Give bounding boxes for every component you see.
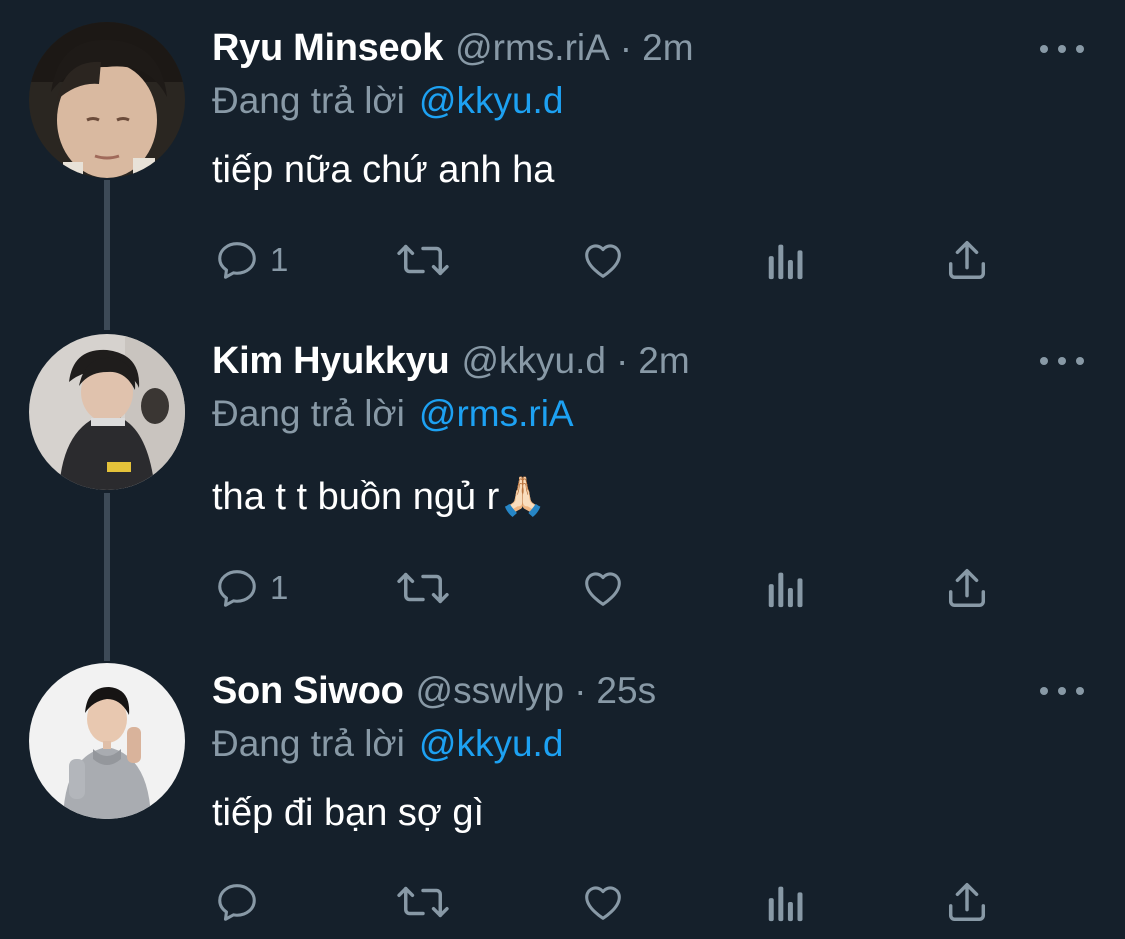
separator-dot: ·: [619, 27, 633, 68]
user-handle[interactable]: @kkyu.d: [461, 340, 606, 382]
timestamp[interactable]: 25s: [596, 670, 656, 712]
action-bar: [0, 876, 1125, 928]
timestamp[interactable]: 2m: [642, 27, 693, 69]
user-handle[interactable]: @sswlyp: [416, 670, 565, 712]
replying-to: Đang trả lời @rms.riA: [212, 389, 574, 439]
retweet-icon: [397, 572, 449, 604]
action-bar: 1: [0, 562, 1125, 614]
reply-count: 1: [270, 569, 289, 606]
share-icon: [948, 883, 986, 921]
analytics-icon: [768, 886, 803, 922]
avatar[interactable]: [29, 334, 185, 490]
analytics-button[interactable]: [766, 562, 806, 614]
tweet[interactable]: Ryu Minseok @rms.riA · 2m Đang trả lời @…: [0, 0, 1125, 320]
analytics-icon: [768, 572, 803, 608]
like-button[interactable]: [580, 562, 626, 614]
share-button[interactable]: [944, 234, 990, 286]
replying-to: Đang trả lời @kkyu.d: [212, 76, 563, 126]
reply-icon: [218, 884, 256, 921]
reply-count: 1: [270, 241, 289, 278]
replying-to: Đang trả lời @kkyu.d: [212, 719, 563, 769]
avatar-photo: [29, 663, 185, 819]
separator-dot: ·: [615, 340, 629, 381]
retweet-button[interactable]: [396, 562, 450, 614]
replying-to-label: Đang trả lời: [212, 393, 405, 434]
more-icon[interactable]: [1040, 351, 1084, 371]
avatar-photo: [29, 334, 185, 490]
like-button[interactable]: [580, 876, 626, 928]
retweet-button[interactable]: [396, 234, 450, 286]
heart-icon: [585, 886, 621, 920]
analytics-button[interactable]: [766, 234, 806, 286]
action-bar: 1: [0, 234, 1125, 286]
reply-button[interactable]: [214, 876, 270, 928]
retweet-icon: [397, 886, 449, 918]
share-icon: [948, 241, 986, 279]
more-icon[interactable]: [1040, 681, 1084, 701]
share-button[interactable]: [944, 562, 990, 614]
tweet[interactable]: Kim Hyukkyu @kkyu.d · 2m Đang trả lời @r…: [0, 330, 1125, 650]
more-icon[interactable]: [1040, 39, 1084, 59]
mention-link[interactable]: @kkyu.d: [419, 80, 564, 122]
tweet-text: tiếp nữa chứ anh ha: [212, 148, 555, 191]
tweet-text: tiếp đi bạn sợ gì: [212, 791, 485, 834]
retweet-icon: [397, 244, 449, 276]
display-name[interactable]: Ryu Minseok: [212, 27, 443, 70]
user-handle[interactable]: @rms.riA: [455, 27, 610, 69]
like-button[interactable]: [580, 234, 626, 286]
mention-link[interactable]: @kkyu.d: [419, 723, 564, 765]
display-name[interactable]: Son Siwoo: [212, 670, 404, 713]
mention-link[interactable]: @rms.riA: [419, 393, 574, 435]
share-button[interactable]: [944, 876, 990, 928]
display-name[interactable]: Kim Hyukkyu: [212, 340, 450, 383]
avatar-photo: [29, 22, 185, 178]
timestamp[interactable]: 2m: [638, 340, 689, 382]
replying-to-label: Đang trả lời: [212, 80, 405, 121]
reply-icon: [218, 570, 256, 607]
reply-button[interactable]: 1: [214, 562, 288, 614]
reply-button[interactable]: 1: [214, 234, 288, 286]
analytics-button[interactable]: [766, 876, 806, 928]
heart-icon: [585, 244, 621, 278]
tweet[interactable]: Son Siwoo @sswlyp · 25s Đang trả lời @kk…: [0, 660, 1125, 939]
share-icon: [948, 569, 986, 607]
retweet-button[interactable]: [396, 876, 450, 928]
reply-icon: [218, 242, 256, 279]
heart-icon: [585, 572, 621, 606]
separator-dot: ·: [574, 670, 587, 711]
tweet-text: tha t t buồn ngủ r🙏🏻: [212, 476, 547, 518]
avatar[interactable]: [29, 22, 185, 178]
replying-to-label: Đang trả lời: [212, 723, 405, 764]
analytics-icon: [768, 244, 803, 280]
avatar[interactable]: [29, 663, 185, 819]
